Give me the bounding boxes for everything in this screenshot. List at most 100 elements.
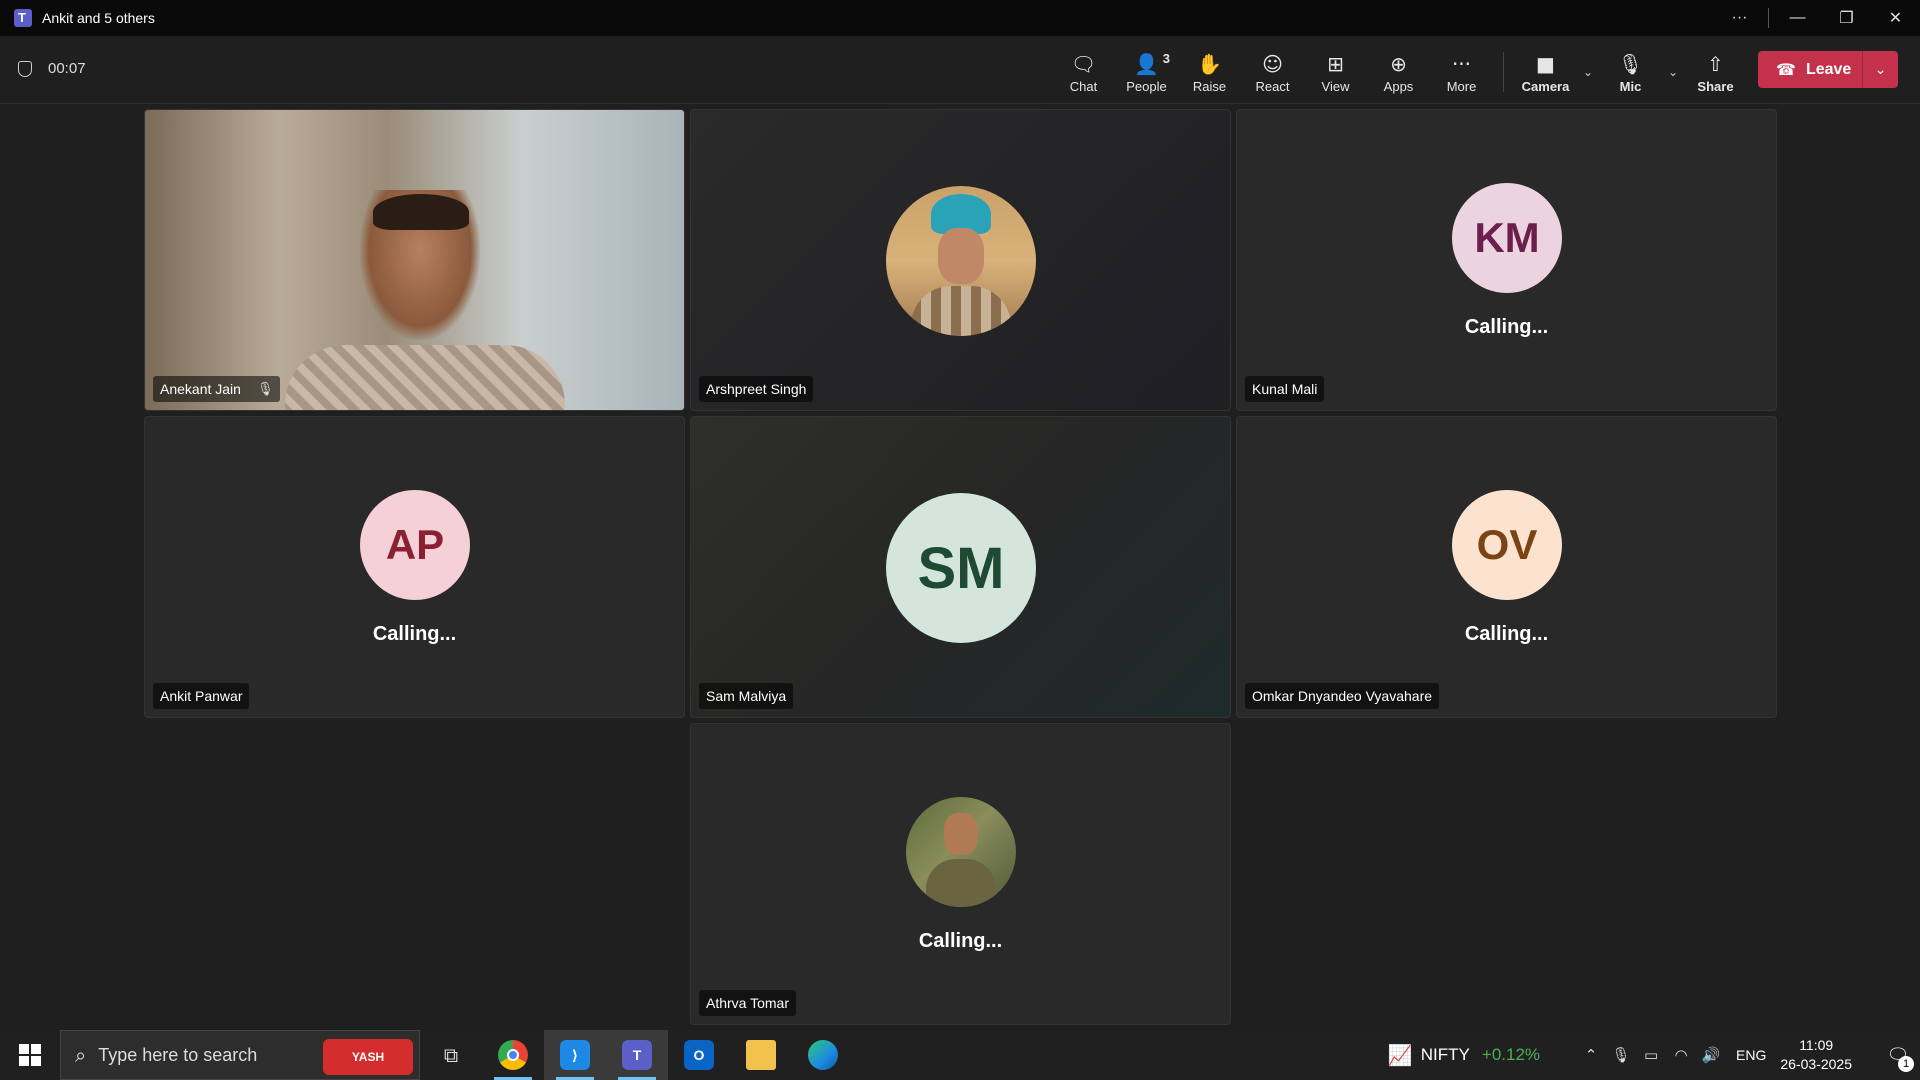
participant-name: Omkar Dnyandeo Vyavahare (1252, 688, 1433, 704)
search-highlight-badge[interactable]: YASH (323, 1039, 413, 1075)
close-button[interactable]: ✕ (1871, 0, 1920, 36)
chrome-icon (498, 1040, 528, 1070)
participant-name-tag: Arshpreet Singh (699, 376, 814, 402)
smiley-icon: ☺ (1262, 51, 1283, 76)
people-label: People (1126, 78, 1167, 94)
participant-tile-athrva[interactable]: Calling... Athrva Tomar (690, 723, 1231, 1025)
face-shape (938, 228, 984, 284)
participant-tile-kunal[interactable]: KM Calling... Kunal Mali (1236, 109, 1777, 411)
chart-up-icon: 📈 (1387, 1043, 1413, 1067)
stock-label: NIFTY (1420, 1045, 1470, 1064)
more-options-icon[interactable]: ··· (1715, 0, 1764, 36)
stock-change: +0.12% (1481, 1045, 1541, 1064)
apps-button[interactable]: ⊕ Apps (1367, 46, 1430, 98)
teams-logo-icon (14, 9, 32, 27)
grid-icon: ⊞ (1327, 51, 1344, 76)
shirt-shape (926, 859, 996, 907)
outlook-app[interactable]: O (668, 1030, 730, 1080)
face-shape (944, 813, 978, 855)
video-camera-icon: ■ (1536, 51, 1555, 76)
participant-tile-sam[interactable]: SM Sam Malviya (690, 416, 1231, 718)
taskbar: ⌕ Type here to search YASH ⧉ ⟩ T O 📈 NIF… (0, 1030, 1920, 1080)
participant-name-tag: Athrva Tomar (699, 990, 796, 1016)
teams-app[interactable]: T (606, 1030, 668, 1080)
chat-icon: 🗨 (1070, 51, 1097, 76)
raise-hand-button[interactable]: ✋ Raise (1178, 46, 1241, 98)
calling-status: Calling... (1464, 316, 1549, 338)
notification-badge: 1 (1898, 1056, 1914, 1072)
participant-name-tag: Ankit Panwar (153, 683, 250, 709)
participant-tile-omkar[interactable]: OV Calling... Omkar Dnyandeo Vyavahare (1236, 416, 1777, 718)
windows-logo-icon (19, 1044, 41, 1066)
share-button[interactable]: ⇧ Share (1684, 46, 1747, 98)
wifi-icon[interactable]: ◠ (1666, 1046, 1696, 1064)
chat-button[interactable]: 🗨 Chat (1052, 46, 1115, 98)
clock[interactable]: 11:09 26-03-2025 (1780, 1036, 1852, 1074)
microphone-icon[interactable]: 🎙 (1606, 1046, 1636, 1064)
participant-tile-arshpreet[interactable]: Arshpreet Singh (690, 109, 1231, 411)
camera-options-chevron-icon[interactable]: ⌄ (1577, 46, 1599, 98)
mic-label: Mic (1619, 78, 1642, 94)
participant-name: Ankit Panwar (160, 688, 243, 704)
phone-hangup-icon: ☎ (1776, 60, 1796, 79)
avatar-initials-ap: AP (360, 490, 470, 600)
shield-icon (18, 60, 32, 77)
notification-center-button[interactable]: 🗨 1 (1876, 1030, 1920, 1080)
mic-options-chevron-icon[interactable]: ⌄ (1662, 46, 1684, 98)
share-label: Share (1697, 78, 1734, 94)
avatar-initials-ov: OV (1452, 490, 1562, 600)
start-button[interactable] (0, 1030, 60, 1080)
language-indicator[interactable]: ENG (1736, 1047, 1766, 1063)
more-button[interactable]: ··· More (1430, 46, 1493, 98)
people-button[interactable]: 👤 3 People (1115, 46, 1178, 98)
chat-label: Chat (1069, 78, 1098, 94)
participant-name: Anekant Jain (160, 381, 241, 397)
raise-label: Raise (1192, 78, 1227, 94)
participant-name-tag: Sam Malviya (699, 683, 794, 709)
vscode-icon: ⟩ (560, 1040, 590, 1070)
vscode-app[interactable]: ⟩ (544, 1030, 606, 1080)
shirt-shape (911, 286, 1011, 336)
camera-button[interactable]: ■ Camera (1514, 46, 1577, 98)
battery-icon[interactable]: ▭ (1636, 1046, 1666, 1064)
meeting-timer: 00:07 (18, 60, 86, 77)
outlook-icon: O (684, 1040, 714, 1070)
leave-button[interactable]: ☎ Leave (1758, 60, 1862, 79)
more-label: More (1446, 78, 1477, 94)
leave-label: Leave (1805, 60, 1852, 78)
participant-name: Kunal Mali (1252, 381, 1318, 397)
participant-name-tag: Kunal Mali (1245, 376, 1325, 402)
avatar-initials-km: KM (1452, 183, 1562, 293)
timer-text: 00:07 (48, 60, 86, 77)
search-icon: ⌕ (75, 1043, 87, 1067)
volume-icon[interactable]: 🔊 (1696, 1046, 1726, 1064)
taskbar-search[interactable]: ⌕ Type here to search YASH (60, 1030, 420, 1080)
chrome-app[interactable] (482, 1030, 544, 1080)
participant-hair (373, 194, 469, 230)
toolbar-divider (1503, 52, 1504, 92)
share-screen-icon: ⇧ (1707, 51, 1724, 76)
task-view-button[interactable]: ⧉ (420, 1030, 482, 1080)
chevron-up-icon[interactable]: ⌃ (1576, 1046, 1606, 1064)
participant-tile-anekant[interactable]: Anekant Jain 🎙 (144, 109, 685, 411)
react-button[interactable]: ☺ React (1241, 46, 1304, 98)
calling-status: Calling... (1464, 623, 1549, 645)
avatar-photo-arshpreet (886, 186, 1036, 336)
file-explorer-app[interactable] (730, 1030, 792, 1080)
leave-options-chevron-icon[interactable]: ⌄ (1863, 61, 1898, 78)
react-label: React (1255, 78, 1290, 94)
stock-widget[interactable]: 📈 NIFTY +0.12% (1388, 1043, 1540, 1067)
teams-icon: T (622, 1040, 652, 1070)
participant-shirt (285, 345, 565, 410)
participant-tile-ankit[interactable]: AP Calling... Ankit Panwar (144, 416, 685, 718)
mic-off-icon: 🎙 (1617, 51, 1644, 76)
edge-app[interactable] (792, 1030, 854, 1080)
window-title: Ankit and 5 others (42, 10, 155, 26)
participant-name: Athrva Tomar (706, 995, 789, 1011)
participant-name-tag: Anekant Jain 🎙 (153, 376, 281, 402)
minimize-button[interactable]: — (1773, 0, 1822, 36)
view-button[interactable]: ⊞ View (1304, 46, 1367, 98)
view-label: View (1321, 78, 1350, 94)
restore-button[interactable]: ❐ (1822, 0, 1871, 36)
mic-button[interactable]: 🎙 Mic (1599, 46, 1662, 98)
